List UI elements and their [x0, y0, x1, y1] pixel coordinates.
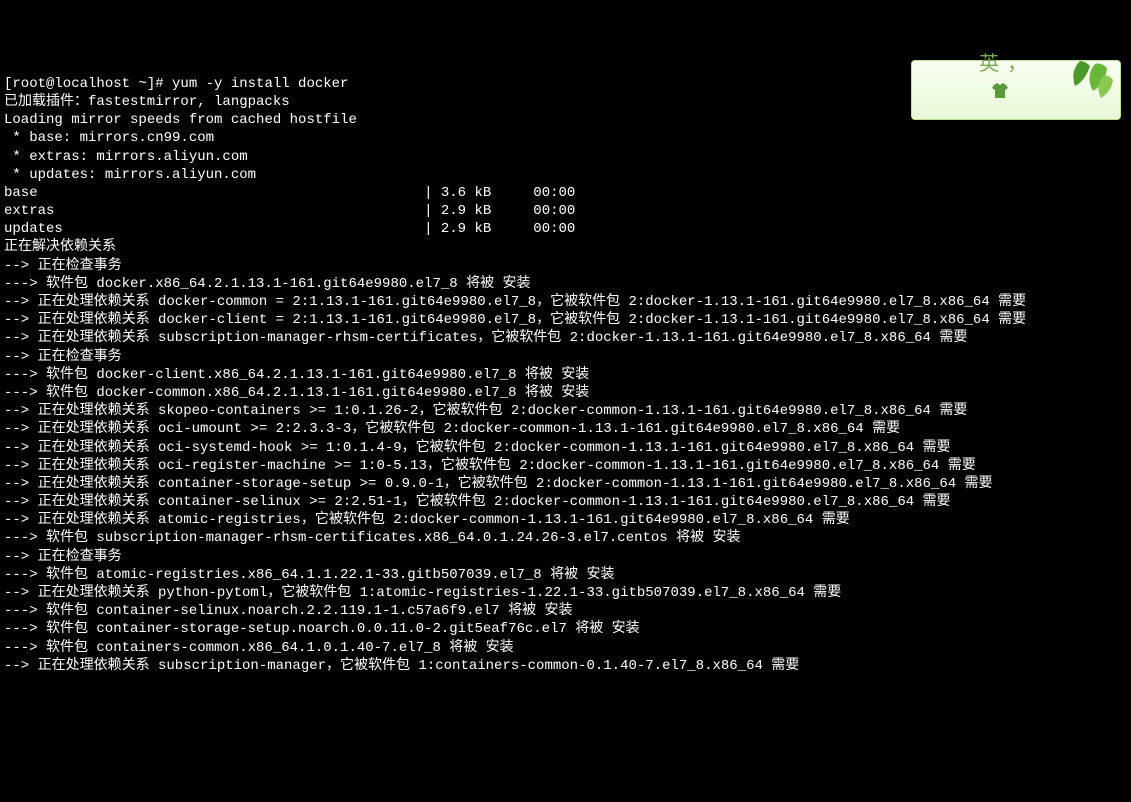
output-line: --> 正在处理依赖关系 subscription-manager，它被软件包 … [4, 658, 799, 674]
output-line: updates | 2.9 kB 00:00 [4, 221, 575, 237]
output-line: extras | 2.9 kB 00:00 [4, 203, 575, 219]
output-line: --> 正在处理依赖关系 container-storage-setup >= … [4, 476, 993, 492]
output-line: --> 正在处理依赖关系 docker-client = 2:1.13.1-16… [4, 312, 1026, 328]
output-line: --> 正在处理依赖关系 container-selinux >= 2:2.51… [4, 494, 951, 510]
ime-lang-text: 英 [979, 53, 999, 75]
output-line: ---> 软件包 docker-client.x86_64.2.1.13.1-1… [4, 367, 589, 383]
leaf-decoration-icon [1065, 56, 1115, 106]
output-line: * extras: mirrors.aliyun.com [4, 149, 248, 165]
output-line: --> 正在处理依赖关系 python-pytoml，它被软件包 1:atomi… [4, 585, 841, 601]
output-line: --> 正在检查事务 [4, 349, 122, 365]
output-line: --> 正在处理依赖关系 docker-common = 2:1.13.1-16… [4, 294, 1026, 310]
output-line: --> 正在处理依赖关系 skopeo-containers >= 1:0.1.… [4, 403, 967, 419]
output-line: ---> 软件包 container-storage-setup.noarch.… [4, 621, 640, 637]
prompt-line: [root@localhost ~]# yum -y install docke… [4, 76, 348, 92]
output-line: * base: mirrors.cn99.com [4, 130, 214, 146]
output-line: Loading mirror speeds from cached hostfi… [4, 112, 357, 128]
terminal-output[interactable]: [root@localhost ~]# yum -y install docke… [4, 75, 1127, 675]
ime-language-label: 英， [957, 25, 1035, 155]
output-line: ---> 软件包 container-selinux.noarch.2.2.11… [4, 603, 572, 619]
shirt-icon [957, 79, 1010, 127]
output-line: 已加载插件：fastestmirror, langpacks [4, 94, 290, 110]
shell-prompt: [root@localhost ~]# [4, 76, 172, 92]
output-line: 正在解决依赖关系 [4, 239, 116, 255]
ime-comma: ， [1007, 53, 1027, 75]
command-text: yum -y install docker [172, 76, 348, 92]
output-line: --> 正在检查事务 [4, 549, 122, 565]
output-line: --> 正在处理依赖关系 oci-systemd-hook >= 1:0.1.4… [4, 440, 951, 456]
output-line: * updates: mirrors.aliyun.com [4, 167, 256, 183]
output-line: base | 3.6 kB 00:00 [4, 185, 575, 201]
output-line: ---> 软件包 docker.x86_64.2.1.13.1-161.git6… [4, 276, 530, 292]
output-line: ---> 软件包 atomic-registries.x86_64.1.1.22… [4, 567, 614, 583]
output-line: --> 正在处理依赖关系 oci-register-machine >= 1:0… [4, 458, 976, 474]
output-line: ---> 软件包 subscription-manager-rhsm-certi… [4, 530, 741, 546]
output-line: --> 正在处理依赖关系 atomic-registries，它被软件包 2:d… [4, 512, 850, 528]
output-line: --> 正在处理依赖关系 oci-umount >= 2:2.3.3-3，它被软… [4, 421, 900, 437]
output-line: --> 正在处理依赖关系 subscription-manager-rhsm-c… [4, 330, 967, 346]
output-line: ---> 软件包 containers-common.x86_64.1.0.1.… [4, 640, 514, 656]
output-line: --> 正在检查事务 [4, 258, 122, 274]
ime-language-indicator[interactable]: 英， [911, 60, 1121, 120]
output-line: ---> 软件包 docker-common.x86_64.2.1.13.1-1… [4, 385, 589, 401]
